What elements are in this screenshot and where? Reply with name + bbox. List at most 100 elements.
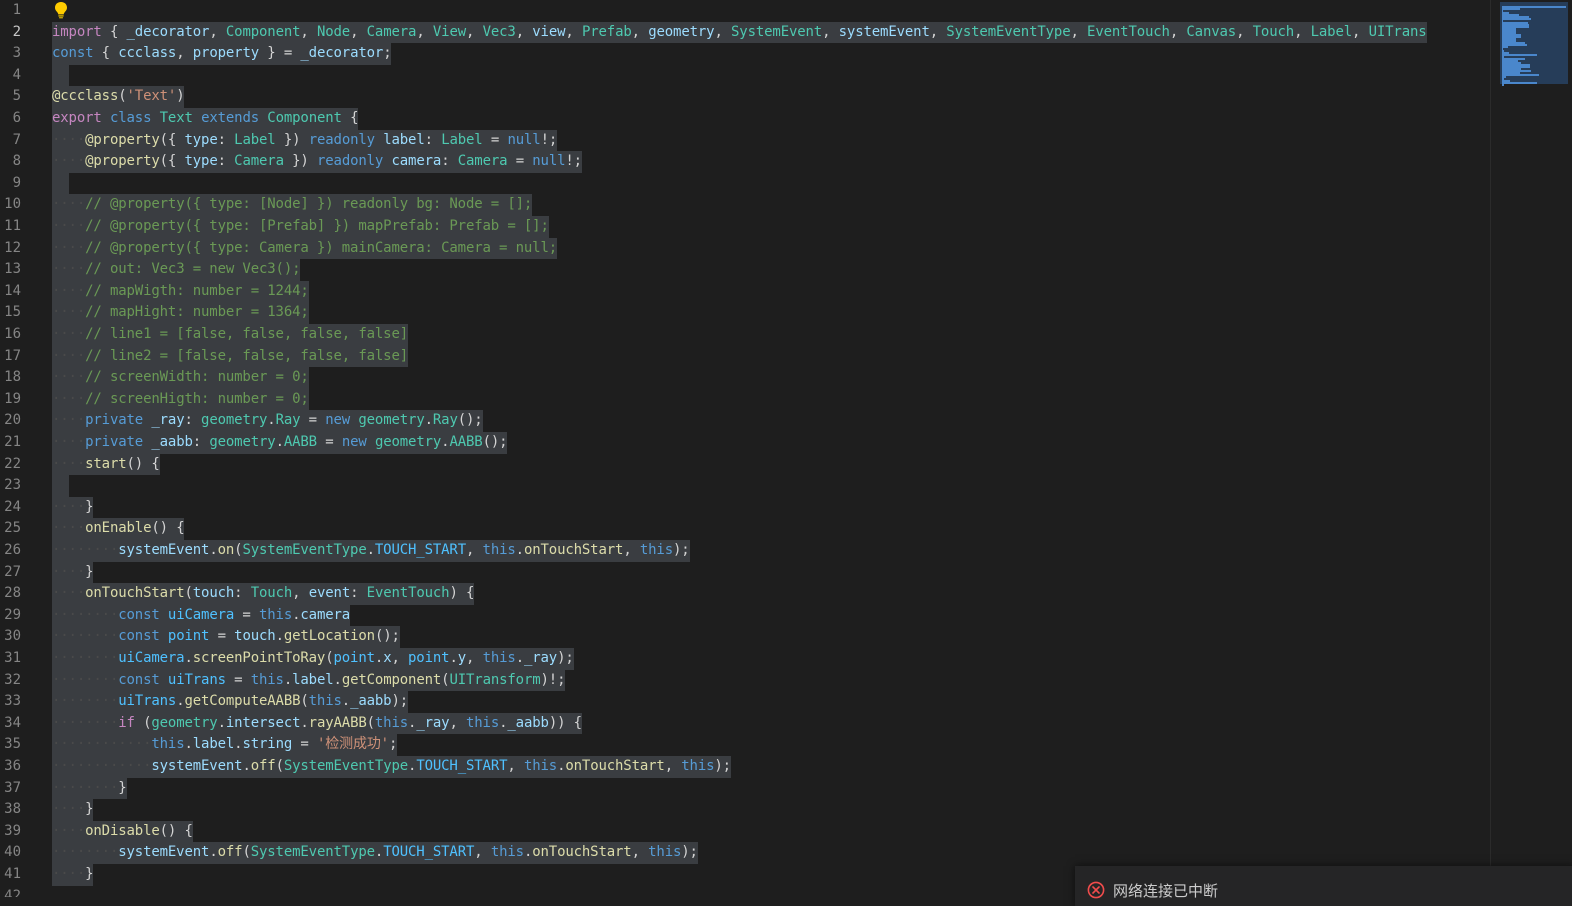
- code-token: =: [507, 153, 533, 170]
- code-token: getComputeAABB: [184, 693, 301, 710]
- code-token: Touch: [1252, 23, 1295, 40]
- code-token: (: [134, 714, 152, 731]
- code-line[interactable]: 5 @ccclass('Text'): [0, 86, 1492, 108]
- minimap-line: [1502, 82, 1537, 84]
- line-code: ····// screenWidth: number = 0;: [52, 367, 309, 389]
- code-token: _aabb: [350, 693, 392, 710]
- code-line[interactable]: 39 ····onDisable() {: [0, 820, 1492, 843]
- code-token: label: [192, 736, 235, 753]
- code-line[interactable]: 26 ········systemEvent.on(SystemEventType…: [0, 540, 1492, 562]
- code-token: ,: [176, 45, 193, 62]
- code-line[interactable]: 21 ····private _aabb: geometry.AABB = new…: [0, 432, 1492, 454]
- code-token: // screenHigth: number = 0;: [85, 390, 309, 407]
- line-code: ····// mapWigth: number = 1244;: [52, 280, 309, 303]
- code-editor[interactable]: 1 2 import { _decorator, Component, Node, …: [0, 0, 1492, 897]
- code-line[interactable]: 36 ············systemEvent.off(SystemEven…: [0, 756, 1492, 778]
- code-token: this: [648, 844, 682, 861]
- code-line[interactable]: 22 ····start() {: [0, 453, 1492, 476]
- line-code: ····}: [52, 496, 94, 519]
- line-number: 7: [12, 131, 21, 148]
- code-token: touch: [192, 585, 235, 602]
- code-line[interactable]: 12 ····// @property({ type: Camera }) mai…: [0, 237, 1492, 260]
- code-token: intersect: [225, 714, 301, 731]
- code-line[interactable]: 19 ····// screenHigth: number = 0;: [0, 388, 1492, 411]
- code-token: ,: [631, 23, 649, 40]
- code-token: Touch: [250, 585, 293, 602]
- code-token: null: [507, 131, 541, 148]
- code-token: .: [300, 714, 309, 731]
- code-token: ,: [300, 23, 317, 40]
- code-line[interactable]: 10 ····// @property({ type: [Node] }) rea…: [0, 194, 1492, 216]
- code-line[interactable]: 14 ····// mapWigth: number = 1244;: [0, 280, 1492, 303]
- line-number: 5: [12, 88, 21, 105]
- code-line[interactable]: 1: [0, 0, 1492, 22]
- code-token: () {: [151, 520, 185, 537]
- code-token: // screenWidth: number = 0;: [85, 369, 309, 386]
- line-code: ····// @property({ type: [Node] }) reado…: [52, 194, 532, 216]
- code-token: off: [217, 844, 243, 861]
- code-line[interactable]: 33 ········uiTrans.getComputeAABB(this._a…: [0, 691, 1492, 713]
- line-code: import { _decorator, Component, Node, Ca…: [52, 21, 1427, 44]
- code-line[interactable]: 15 ····// mapHight: number = 1364;: [0, 302, 1492, 324]
- code-token: );: [681, 844, 698, 861]
- code-line[interactable]: 20 ····private _ray: geometry.Ray = new g…: [0, 410, 1492, 432]
- code-line[interactable]: 6 export class Text extends Component {: [0, 108, 1492, 130]
- code-token: :: [217, 131, 235, 148]
- code-line[interactable]: 13 ····// out: Vec3 = new Vec3();: [0, 259, 1492, 281]
- code-token: label: [383, 131, 425, 148]
- code-line[interactable]: 37 ········}: [0, 777, 1492, 800]
- code-token: ····: [52, 326, 86, 342]
- code-token: // line1 = [false, false, false, false]: [85, 326, 408, 342]
- code-line[interactable]: 23: [0, 475, 1492, 497]
- code-line[interactable]: 9: [0, 172, 1492, 195]
- code-line[interactable]: 28 ····onTouchStart(touch: Touch, event: …: [0, 583, 1492, 605]
- code-line[interactable]: 17 ····// line2 = [false, false, false, f…: [0, 345, 1492, 368]
- code-line[interactable]: 3 const { ccclass, property } = _decorato…: [0, 43, 1492, 65]
- line-number: 1: [12, 2, 21, 18]
- code-line[interactable]: 34 ········if (geometry.intersect.rayAABB…: [0, 712, 1492, 735]
- code-token: onTouchStart: [523, 542, 624, 558]
- code-line[interactable]: 8 ····@property({ type: Camera }) readonl…: [0, 151, 1492, 173]
- code-token: @ccclass: [52, 88, 119, 105]
- code-token: y: [457, 650, 466, 666]
- code-line[interactable]: 29 ········const uiCamera = this.camera: [0, 604, 1492, 627]
- code-token: readonly: [316, 153, 384, 170]
- code-line[interactable]: 11 ····// @property({ type: [Prefab] }) m…: [0, 216, 1492, 238]
- code-line[interactable]: 31 ········uiCamera.screenPointToRay(poin…: [0, 648, 1492, 670]
- code-token: ;: [383, 45, 392, 62]
- code-token: EventTouch: [1087, 23, 1170, 40]
- code-line[interactable]: 4: [0, 64, 1492, 87]
- code-token: );: [714, 758, 731, 774]
- code-token: Camera: [234, 153, 284, 170]
- code-token: )!;: [540, 671, 566, 688]
- code-token: } =: [259, 45, 301, 62]
- code-line[interactable]: 40 ········systemEvent.off(SystemEventTyp…: [0, 842, 1492, 864]
- code-token: ········: [52, 844, 119, 861]
- code-token: SystemEventType: [250, 844, 375, 861]
- code-line[interactable]: 32 ········const uiTrans = this.label.get…: [0, 669, 1492, 692]
- code-line[interactable]: 35 ············this.label.string = '检测成功'…: [0, 734, 1492, 756]
- code-line[interactable]: 7 ····@property({ type: Label }) readonly…: [0, 129, 1492, 152]
- code-line[interactable]: 25 ····onEnable() {: [0, 518, 1492, 540]
- notification-toast[interactable]: 网络连接已中断: [1075, 866, 1572, 906]
- code-line[interactable]: 27 ····}: [0, 561, 1492, 584]
- minimap[interactable]: [1496, 0, 1572, 897]
- line-number: 36: [4, 758, 21, 774]
- line-number: 31: [4, 650, 21, 666]
- line-code: ····@property({ type: Label }) readonly …: [52, 129, 557, 152]
- code-line[interactable]: 2 import { _decorator, Component, Node, C…: [0, 21, 1492, 44]
- code-line[interactable]: 16 ····// line1 = [false, false, false, f…: [0, 324, 1492, 346]
- line-code: ····// line2 = [false, false, false, fal…: [52, 345, 408, 368]
- code-token: // @property({ type: [Prefab] }) mapPref…: [85, 218, 549, 234]
- code-token: .: [267, 412, 276, 429]
- code-line[interactable]: 18 ····// screenWidth: number = 0;: [0, 367, 1492, 389]
- code-token: (: [325, 650, 334, 666]
- code-token: EventTouch: [366, 585, 450, 602]
- line-code: const { ccclass, property } = _decorator…: [52, 43, 392, 65]
- code-line[interactable]: 38 ····}: [0, 799, 1492, 821]
- code-line[interactable]: 30 ········const point = touch.getLocatio…: [0, 626, 1492, 648]
- code-line[interactable]: 24 ····}: [0, 496, 1492, 519]
